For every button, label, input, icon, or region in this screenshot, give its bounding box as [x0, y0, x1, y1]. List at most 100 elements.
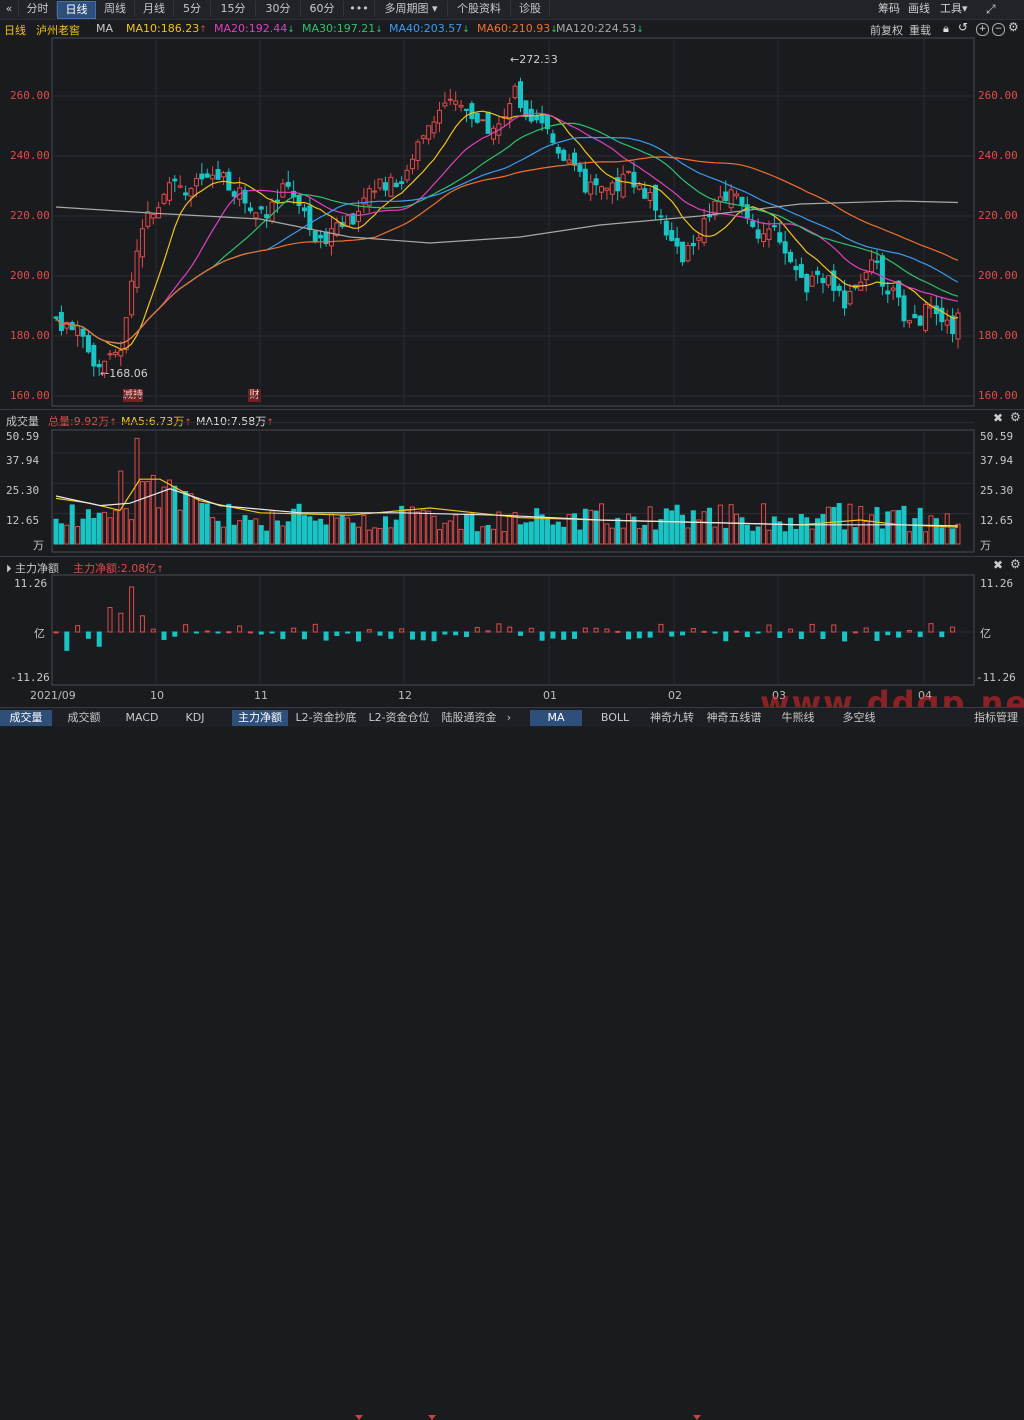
indicator-manage-button[interactable]: 指标管理	[968, 710, 1024, 726]
volume-bar	[507, 514, 513, 545]
flow-bar	[636, 631, 642, 639]
candle-body	[761, 233, 767, 243]
volume-bar	[885, 511, 891, 545]
candle-body	[912, 314, 918, 319]
volume-bar	[269, 510, 275, 545]
volume-bar	[436, 529, 442, 545]
volume-bar	[188, 493, 194, 545]
candle-body	[847, 290, 853, 305]
candle-body	[172, 178, 178, 182]
flow-bar	[118, 612, 124, 633]
volume-bar	[307, 516, 313, 545]
tab-main-flow[interactable]: 主力净额	[232, 710, 288, 726]
flow-bar	[712, 631, 718, 634]
candle-body	[431, 121, 437, 134]
candle-body	[161, 193, 167, 204]
volume-bar	[928, 515, 934, 545]
volume-bar	[674, 504, 680, 545]
volume-bar	[944, 513, 950, 545]
tab-macd[interactable]: MACD	[116, 710, 168, 726]
flow-bar	[798, 631, 804, 640]
flow-bar	[453, 631, 459, 636]
flow-bar	[75, 625, 81, 633]
flow-bar	[291, 627, 297, 633]
candle-body	[215, 169, 221, 180]
flow-bar	[820, 631, 826, 639]
volume-bar	[831, 507, 837, 545]
candle-body	[253, 212, 259, 219]
flow-bar	[409, 631, 415, 640]
flow-bar	[777, 631, 783, 638]
tab-volume[interactable]: 成交量	[0, 710, 52, 726]
tab-ma[interactable]: MA	[530, 710, 582, 726]
candle-body	[599, 186, 605, 193]
tab-boll[interactable]: BOLL	[590, 710, 640, 726]
flow-bar	[431, 631, 437, 642]
tab-l2-position[interactable]: L2-资金仓位	[364, 710, 434, 726]
volume-bar	[690, 510, 696, 545]
tab-northbound[interactable]: 陆股通资金	[438, 710, 500, 726]
candle-body	[577, 164, 583, 172]
volume-bar	[636, 528, 642, 545]
volume-bar	[469, 513, 475, 545]
volume-bar	[199, 502, 205, 545]
volume-bar	[788, 517, 794, 545]
candle-body	[534, 115, 540, 121]
volume-bar	[280, 525, 286, 545]
ma40-line	[55, 136, 959, 345]
volume-bar	[604, 523, 610, 545]
volume-bar	[318, 518, 324, 545]
flow-bar	[474, 627, 480, 633]
flow-bar	[647, 631, 653, 638]
flow-bar	[96, 631, 102, 647]
flow-bar	[215, 631, 221, 634]
flow-bar	[669, 631, 675, 637]
volume-bar	[183, 490, 189, 545]
candle-body	[69, 322, 75, 331]
candle-body	[788, 251, 794, 263]
volume-bar	[442, 522, 448, 545]
flow-bar	[723, 631, 729, 642]
tab-long-short[interactable]: 多空线	[836, 710, 882, 726]
volume-bar	[372, 527, 378, 545]
flow-bar	[258, 631, 264, 635]
chevron-right-icon[interactable]: ›	[502, 710, 516, 726]
flow-bar	[53, 631, 59, 634]
flow-bar	[518, 631, 524, 636]
candle-body	[193, 177, 199, 187]
tab-l2-bottom[interactable]: L2-资金抄底	[292, 710, 360, 726]
flow-bar	[323, 631, 329, 641]
kline-chart[interactable]	[0, 0, 1024, 707]
candle-body	[75, 325, 81, 336]
candle-body	[312, 230, 318, 243]
tab-kdj[interactable]: KDJ	[172, 710, 218, 726]
tab-turnover[interactable]: 成交额	[56, 710, 112, 726]
flow-bar	[842, 631, 848, 642]
candle-body	[474, 112, 480, 123]
candle-body	[701, 218, 707, 244]
volume-bar	[663, 508, 669, 545]
ma60-line	[55, 156, 959, 345]
flow-bar	[399, 628, 405, 633]
candle-body	[539, 114, 545, 124]
candle-body	[118, 349, 124, 357]
flow-bar	[831, 624, 837, 633]
candle-body	[307, 205, 313, 231]
tab-magic-five[interactable]: 神奇五线谱	[704, 710, 764, 726]
flow-bar	[247, 631, 253, 634]
candle-body	[145, 211, 151, 227]
flow-bar	[377, 631, 383, 636]
flow-bar	[928, 623, 934, 633]
candle-body	[199, 173, 205, 180]
candle-body	[869, 259, 875, 273]
candle-body	[91, 344, 97, 367]
flow-bar	[680, 631, 686, 636]
candle-body	[226, 171, 232, 191]
volume-bar	[609, 527, 615, 545]
candle-body	[696, 237, 702, 241]
flow-bar	[528, 627, 534, 633]
dropdown-marker-icon	[428, 1415, 436, 1420]
tab-bull-bear[interactable]: 牛熊线	[776, 710, 820, 726]
tab-magic-nine[interactable]: 神奇九转	[646, 710, 698, 726]
flow-bar	[172, 631, 178, 637]
